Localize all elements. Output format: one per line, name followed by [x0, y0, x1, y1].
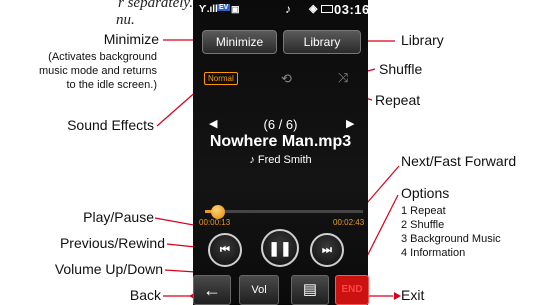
phone-screen: Ƴ.ıll EV ▣ ♪ ◈ 03:16pm Minimize Library … — [193, 0, 382, 305]
next-track-arrow[interactable]: ▶ — [346, 117, 354, 130]
library-button[interactable]: Library — [283, 30, 361, 54]
ev-badge: EV — [217, 4, 231, 11]
status-clock: 03:16pm — [334, 2, 383, 17]
label-sound-effects: Sound Effects — [67, 117, 154, 133]
back-button[interactable]: ← — [193, 275, 231, 305]
repeat-icon[interactable]: ⟲ — [281, 71, 292, 87]
option-item-3: 3 Background Music — [401, 233, 501, 245]
total-duration: 00:02:43 — [333, 218, 365, 227]
clock-ampm: pm — [369, 7, 383, 16]
song-title: Nowhere Man.mp3 — [209, 133, 352, 150]
play-pause-button[interactable]: ❚❚ — [261, 229, 299, 267]
minimize-note-line-3: to the idle screen.) — [66, 79, 158, 91]
label-exit: Exit — [401, 287, 425, 303]
elapsed-time: 00:00:13 — [199, 218, 231, 227]
label-play-pause: Play/Pause — [83, 209, 154, 225]
label-previous-rewind: Previous/Rewind — [59, 235, 165, 251]
minimize-note: (Activates background music mode and ret… — [39, 50, 157, 92]
minimize-note-line-2: music mode and returns — [39, 65, 157, 77]
end-button[interactable]: END — [335, 275, 369, 305]
shuffle-icon[interactable]: ⤨ — [338, 70, 348, 86]
battery-icon — [321, 5, 333, 13]
label-shuffle: Shuffle — [379, 61, 423, 77]
label-minimize: Minimize — [103, 31, 159, 47]
option-item-4: 4 Information — [401, 247, 466, 259]
message-icon: ▣ — [231, 4, 240, 14]
progress-bar[interactable] — [205, 210, 363, 213]
option-item-2: 2 Shuffle — [401, 219, 445, 231]
artist-name: Fred Smith — [257, 154, 312, 166]
minimize-button[interactable]: Minimize — [202, 30, 277, 54]
label-volume-up-down: Volume Up/Down — [54, 261, 163, 277]
label-back: Back — [129, 287, 161, 303]
progress-knob[interactable] — [210, 205, 225, 219]
clock-time: 03:16 — [334, 2, 370, 17]
bottom-softkey-bar: ← Vol ▤ END — [193, 275, 369, 305]
music-note-icon: ♪ — [249, 154, 258, 166]
label-repeat: Repeat — [375, 92, 421, 108]
next-fast-forward-button[interactable]: ⏭ — [310, 233, 344, 267]
signal-icon: Ƴ.ıll — [199, 4, 218, 15]
music-note-icon: ♪ — [285, 2, 291, 16]
option-item-1: 1 Repeat — [401, 205, 446, 217]
arrowhead-exit — [394, 292, 401, 300]
volume-button[interactable]: Vol — [239, 275, 279, 305]
minimize-note-line-1: (Activates background — [48, 51, 157, 63]
artist-row: ♪ Fred Smith — [193, 154, 368, 166]
status-bar: Ƴ.ıll EV ▣ ♪ ◈ 03:16pm — [193, 0, 382, 28]
sound-effects-button[interactable]: Normal — [204, 72, 238, 85]
label-options: Options — [401, 185, 450, 201]
label-next-fast-forward: Next/Fast Forward — [401, 153, 517, 169]
label-library: Library — [401, 32, 444, 48]
options-button[interactable]: ▤ — [291, 275, 329, 305]
previous-rewind-button[interactable]: ⏮ — [208, 233, 242, 267]
location-icon: ◈ — [309, 3, 318, 15]
track-count: (6 / 6) — [263, 117, 298, 132]
